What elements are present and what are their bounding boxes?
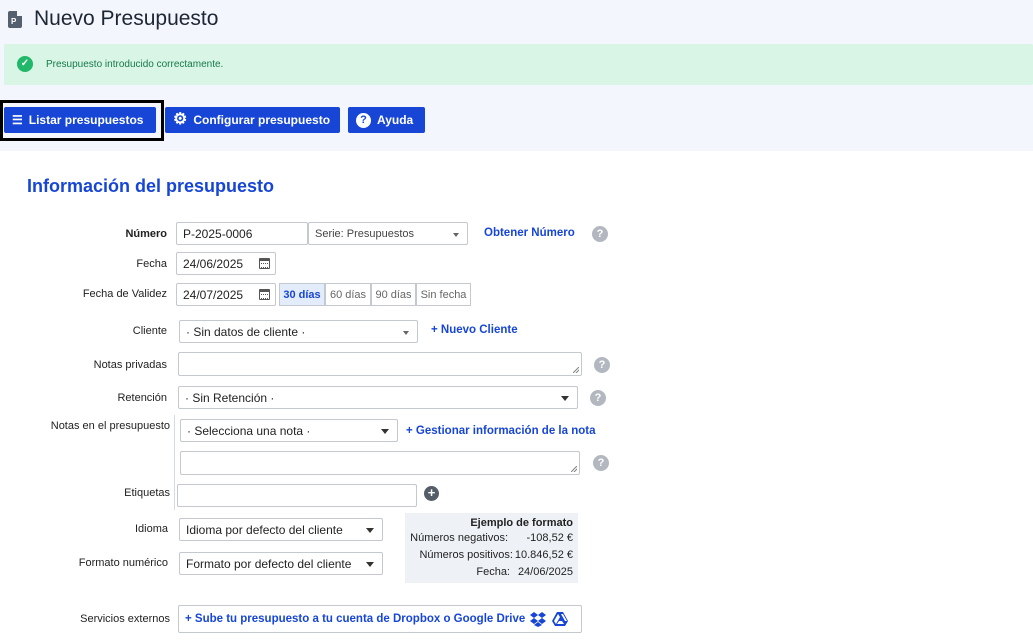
help-icon[interactable]: ? [590, 390, 606, 406]
validez-input[interactable]: 24/07/2025 [176, 283, 276, 306]
dropbox-icon [530, 612, 547, 627]
help-icon[interactable]: ? [592, 226, 608, 242]
validez-no-date[interactable]: Sin fecha [416, 283, 471, 306]
validez-30-days[interactable]: 30 días [279, 283, 325, 306]
negative-label: Números negativos: [410, 532, 508, 544]
question-circle-icon: ? [356, 112, 371, 128]
check-circle-icon: ✓ [17, 56, 33, 72]
notas-privadas-textarea[interactable] [178, 352, 582, 376]
fecha-input[interactable]: 24/06/2025 [176, 252, 276, 275]
configure-budget-label: Configurar presupuesto [193, 113, 331, 127]
cliente-select[interactable]: · Sin datos de cliente · [179, 320, 418, 343]
list-icon: ☰ [12, 113, 23, 127]
idioma-select[interactable]: Idioma por defecto del cliente [179, 518, 383, 541]
format-example-title: Ejemplo de formato [470, 517, 573, 529]
cliente-label: Cliente [132, 325, 167, 337]
formato-value: Formato por defecto del cliente [186, 557, 352, 571]
configure-budget-button[interactable]: ⚙ Configurar presupuesto [165, 107, 340, 133]
validez-value: 24/07/2025 [183, 288, 244, 302]
notas-presupuesto-textarea[interactable] [180, 451, 580, 475]
group-divider [174, 415, 175, 510]
alert-text: Presupuesto introducido correctamente. [46, 59, 224, 70]
validez-label: Fecha de Validez [82, 288, 167, 300]
manage-note-link[interactable]: + Gestionar información de la nota [406, 425, 595, 437]
help-icon[interactable]: ? [593, 455, 609, 471]
list-budgets-label: Listar presupuestos [28, 113, 144, 127]
idioma-value: Idioma por defecto del cliente [186, 523, 343, 537]
nota-select-value: · Selecciona una nota · [187, 424, 311, 438]
add-tag-icon[interactable]: + [424, 486, 439, 501]
document-p-icon: P [8, 11, 22, 28]
upload-text: + Sube tu presupuesto a tu cuenta de Dro… [185, 613, 526, 625]
help-label: Ayuda [377, 113, 414, 127]
notas-presupuesto-label: Notas en el presupuesto [50, 420, 170, 432]
help-button[interactable]: ? Ayuda [348, 107, 425, 133]
help-icon[interactable]: ? [594, 357, 610, 373]
calendar-icon[interactable] [259, 258, 270, 269]
fecha-label: Fecha [136, 258, 167, 270]
page-title: Nuevo Presupuesto [34, 7, 219, 30]
date-label: Fecha: [476, 566, 510, 578]
list-budgets-button[interactable]: ☰ Listar presupuestos [4, 107, 156, 133]
negative-value: -108,52 € [526, 532, 573, 544]
numero-input[interactable]: P-2025-0006 [176, 222, 308, 245]
validez-60-days[interactable]: 60 días [325, 283, 371, 306]
formato-label: Formato numérico [78, 557, 168, 569]
serie-value: Serie: Presupuestos [315, 228, 415, 240]
validez-90-days[interactable]: 90 días [371, 283, 416, 306]
gear-icon: ⚙ [173, 111, 188, 128]
fecha-value: 24/06/2025 [183, 257, 244, 271]
numero-label: Número [125, 228, 167, 240]
notas-privadas-label: Notas privadas [93, 359, 167, 371]
calendar-icon[interactable] [259, 289, 270, 300]
format-example-box: Ejemplo de formato Números negativos: -1… [405, 513, 578, 583]
servicios-label: Servicios externos [80, 613, 170, 625]
obtain-number-link[interactable]: Obtener Número [484, 227, 575, 239]
serie-select[interactable]: Serie: Presupuestos [308, 222, 468, 245]
retencion-select[interactable]: · Sin Retención · [178, 386, 578, 409]
section-title: Información del presupuesto [27, 176, 275, 196]
retencion-label: Retención [117, 392, 167, 404]
success-alert: ✓ Presupuesto introducido correctamente. [4, 44, 1033, 85]
upload-cloud-button[interactable]: + Sube tu presupuesto a tu cuenta de Dro… [178, 605, 582, 633]
google-drive-icon [552, 612, 569, 626]
positive-value: 10.846,52 € [514, 549, 573, 561]
cliente-value: · Sin datos de cliente · [186, 325, 306, 339]
retencion-value: · Sin Retención · [185, 391, 275, 405]
date-value: 24/06/2025 [517, 566, 573, 578]
new-client-link[interactable]: + Nuevo Cliente [431, 324, 518, 336]
idioma-label: Idioma [134, 523, 168, 535]
nota-select[interactable]: · Selecciona una nota · [180, 419, 398, 442]
etiquetas-label: Etiquetas [124, 487, 170, 499]
formato-select[interactable]: Formato por defecto del cliente [179, 552, 383, 575]
positive-label: Números positivos: [419, 549, 513, 561]
etiquetas-input[interactable] [177, 484, 417, 507]
